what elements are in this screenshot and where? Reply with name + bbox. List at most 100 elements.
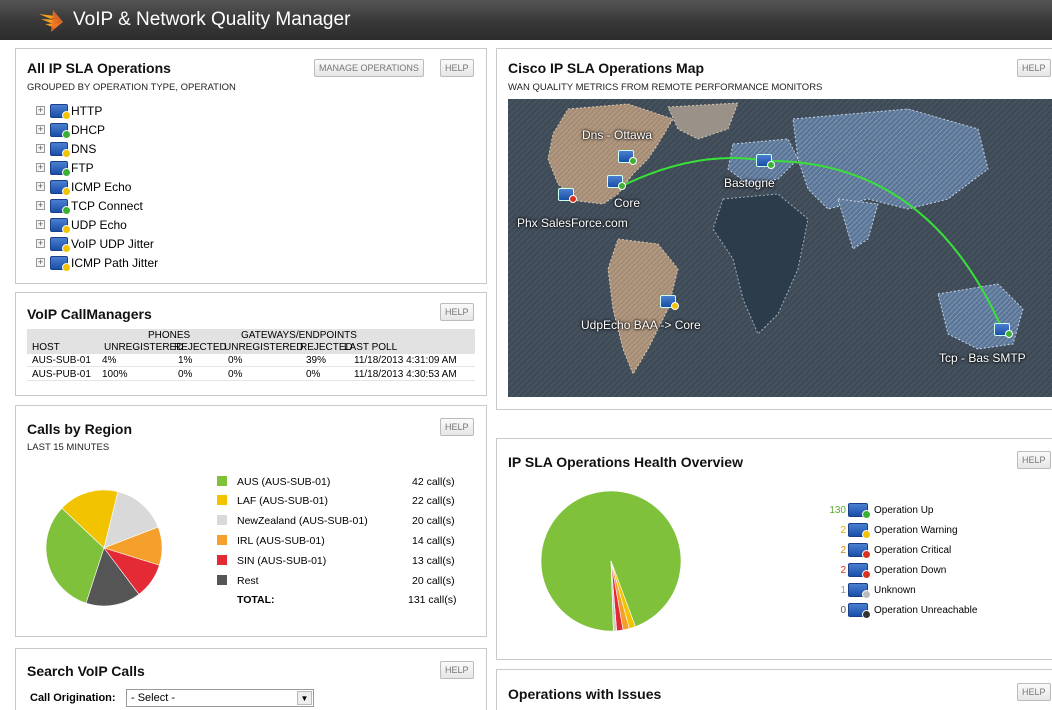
tree-item-label[interactable]: FTP: [71, 161, 94, 175]
chevron-down-icon[interactable]: ▼: [297, 691, 312, 705]
tree-item-label[interactable]: DNS: [71, 142, 96, 156]
health-label[interactable]: Operation Up: [874, 505, 933, 516]
help-button[interactable]: HELP: [440, 418, 474, 436]
tree-item-label[interactable]: VoIP UDP Jitter: [71, 237, 154, 251]
sla-icon: [848, 603, 871, 619]
health-row[interactable]: 1 Unknown: [808, 582, 916, 599]
map-label-core[interactable]: Core: [614, 196, 640, 210]
host-link[interactable]: AUS-SUB-01: [32, 355, 91, 366]
health-row[interactable]: 2 Operation Warning: [808, 522, 958, 539]
health-row[interactable]: 2 Operation Down: [808, 562, 946, 579]
call-origination-select[interactable]: - Select - ▼: [126, 689, 314, 707]
help-button[interactable]: HELP: [440, 59, 474, 77]
status-dot-icon: [62, 129, 71, 139]
status-dot-icon: [862, 570, 871, 579]
health-label[interactable]: Operation Warning: [874, 525, 958, 536]
tree-item-label[interactable]: DHCP: [71, 123, 105, 137]
operation-tree: + HTTP + DHCP + DNS + FTP + ICMP Echo + TCP Co…: [36, 101, 158, 272]
tree-item-label[interactable]: ICMP Path Jitter: [71, 256, 158, 270]
health-row[interactable]: 130 Operation Up: [808, 502, 933, 519]
health-count: 0: [840, 604, 846, 616]
tree-item[interactable]: + ICMP Path Jitter: [36, 253, 158, 272]
help-button[interactable]: HELP: [440, 661, 474, 679]
health-row[interactable]: 2 Operation Critical: [808, 542, 951, 559]
expand-icon[interactable]: +: [36, 163, 45, 172]
legend-label: AUS (AUS-SUB-01): [237, 476, 331, 488]
map-node-phx[interactable]: [558, 188, 577, 203]
help-button[interactable]: HELP: [1017, 451, 1051, 469]
help-button[interactable]: HELP: [440, 303, 474, 321]
sla-icon: [848, 543, 871, 559]
legend-label: IRL (AUS-SUB-01): [237, 535, 325, 547]
status-dot-icon: [569, 195, 577, 203]
tree-item[interactable]: + DHCP: [36, 120, 158, 139]
health-label[interactable]: Unknown: [874, 585, 916, 596]
legend-swatch: [217, 515, 227, 525]
map-label-phx[interactable]: Phx SalesForce.com: [517, 216, 628, 230]
tree-item-label[interactable]: UDP Echo: [71, 218, 127, 232]
expand-icon[interactable]: +: [36, 220, 45, 229]
map-node-tcp[interactable]: [994, 323, 1013, 338]
sla-map-panel: Cisco IP SLA Operations Map WAN QUALITY …: [496, 48, 1052, 410]
map-label-udp[interactable]: UdpEcho BAA -> Core: [581, 318, 701, 332]
expand-icon[interactable]: +: [36, 182, 45, 191]
tree-item[interactable]: + DNS: [36, 139, 158, 158]
table-cell: 39%: [306, 355, 327, 366]
sla-icon: [50, 255, 71, 272]
expand-icon[interactable]: +: [36, 106, 45, 115]
help-button[interactable]: HELP: [1017, 683, 1051, 701]
tree-item[interactable]: + HTTP: [36, 101, 158, 120]
health-row[interactable]: 0 Operation Unreachable: [808, 602, 977, 619]
help-button[interactable]: HELP: [1017, 59, 1051, 77]
sla-icon: [50, 141, 71, 158]
tree-item[interactable]: + UDP Echo: [36, 215, 158, 234]
table-cell: 0%: [178, 369, 193, 380]
sla-icon: [50, 236, 71, 253]
tree-item[interactable]: + TCP Connect: [36, 196, 158, 215]
health-pie-chart: [541, 491, 681, 631]
map-node-udp[interactable]: [660, 295, 679, 310]
manage-operations-button[interactable]: MANAGE OPERATIONS: [314, 59, 424, 77]
tree-item-label[interactable]: ICMP Echo: [71, 180, 131, 194]
tree-item[interactable]: + ICMP Echo: [36, 177, 158, 196]
panel-title: Operations with Issues: [508, 686, 662, 702]
map-node-ottawa[interactable]: [618, 150, 637, 165]
status-dot-icon: [62, 186, 71, 196]
calls-by-region-panel: Calls by Region LAST 15 MINUTES HELP AUS…: [15, 405, 487, 637]
sla-icon: [50, 217, 71, 234]
panel-title: Search VoIP Calls: [27, 663, 145, 679]
legend-label: LAF (AUS-SUB-01): [237, 495, 329, 507]
expand-icon[interactable]: +: [36, 144, 45, 153]
table-cell: 0%: [228, 369, 243, 380]
group-header-gateways: GATEWAYS/ENDPOINTS: [241, 330, 357, 341]
health-label[interactable]: Operation Down: [874, 565, 946, 576]
expand-icon[interactable]: +: [36, 258, 45, 267]
column-header: HOST: [32, 342, 60, 353]
legend-value: 42 call(s): [412, 476, 455, 488]
tree-item-label[interactable]: HTTP: [71, 104, 102, 118]
host-link[interactable]: AUS-PUB-01: [32, 369, 91, 380]
legend-swatch: [217, 495, 227, 505]
tree-item[interactable]: + VoIP UDP Jitter: [36, 234, 158, 253]
map-label-ottawa[interactable]: Dns - Ottawa: [582, 128, 652, 142]
expand-icon[interactable]: +: [36, 201, 45, 210]
world-map[interactable]: Dns - Ottawa Core Phx SalesForce.com Bas…: [508, 99, 1052, 397]
panel-title: Calls by Region: [27, 421, 133, 437]
panel-title: All IP SLA Operations: [27, 60, 171, 76]
map-label-tcp[interactable]: Tcp - Bas SMTP: [939, 351, 1026, 365]
map-node-bastogne[interactable]: [756, 154, 775, 169]
expand-icon[interactable]: +: [36, 239, 45, 248]
health-label[interactable]: Operation Critical: [874, 545, 951, 556]
status-dot-icon: [862, 610, 871, 619]
callmanagers-panel: VoIP CallManagers HELP PHONES GATEWAYS/E…: [15, 292, 487, 396]
legend-value: 14 call(s): [412, 535, 455, 547]
expand-icon[interactable]: +: [36, 125, 45, 134]
tree-item[interactable]: + FTP: [36, 158, 158, 177]
status-dot-icon: [618, 182, 626, 190]
map-node-core[interactable]: [607, 175, 626, 190]
tree-item-label[interactable]: TCP Connect: [71, 199, 143, 213]
map-label-bastogne[interactable]: Bastogne: [724, 176, 775, 190]
sla-icon: [50, 103, 71, 120]
table-cell: 0%: [228, 355, 243, 366]
health-label[interactable]: Operation Unreachable: [874, 605, 977, 616]
